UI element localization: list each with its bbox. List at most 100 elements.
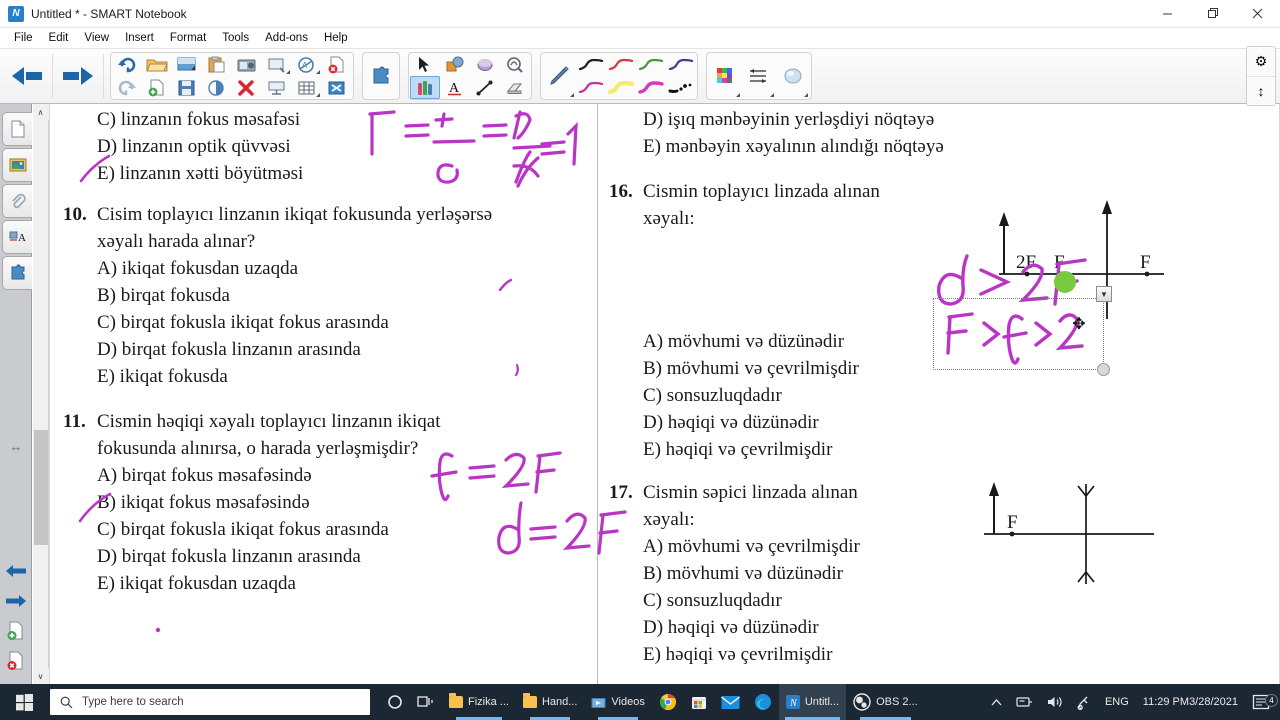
current-pen-button[interactable] bbox=[542, 53, 576, 99]
tray-icon-volume[interactable] bbox=[1040, 695, 1070, 709]
taskbar-item-hand[interactable]: Hand... bbox=[516, 684, 584, 720]
scrollbar-thumb[interactable] bbox=[33, 430, 48, 545]
menu-add-ons[interactable]: Add-ons bbox=[257, 30, 316, 46]
minimize-button[interactable] bbox=[1145, 0, 1190, 28]
taskbar-item-label: Videos bbox=[611, 696, 645, 708]
open-folder-button[interactable] bbox=[142, 53, 172, 76]
select-tool[interactable] bbox=[410, 53, 440, 76]
menu-edit[interactable]: Edit bbox=[41, 30, 77, 46]
screen-capture-button[interactable] bbox=[232, 53, 262, 76]
lines-tool[interactable] bbox=[470, 76, 500, 99]
scroll-down-button[interactable]: ∨ bbox=[32, 668, 49, 684]
next-page-arrow[interactable] bbox=[4, 589, 28, 613]
menu-format[interactable]: Format bbox=[162, 30, 214, 46]
redo-button[interactable] bbox=[112, 76, 142, 99]
pen-style-magenta-2[interactable] bbox=[636, 76, 666, 99]
taskbar-item-chrome[interactable] bbox=[652, 684, 684, 720]
taskbar-item-label: Fizika ... bbox=[468, 696, 509, 708]
pen-style-red[interactable] bbox=[606, 53, 636, 76]
move-toolbar-button[interactable]: ↕ bbox=[1247, 75, 1275, 106]
line-properties-button[interactable] bbox=[742, 53, 776, 99]
taskbar-item-obs[interactable]: OBS 2... bbox=[846, 684, 925, 720]
cortana-button[interactable] bbox=[380, 684, 410, 720]
menu-view[interactable]: View bbox=[76, 30, 117, 46]
menu-tools[interactable]: Tools bbox=[214, 30, 257, 46]
scrollbar-track[interactable] bbox=[33, 120, 49, 668]
table-button[interactable] bbox=[292, 76, 322, 99]
eraser-tool[interactable] bbox=[500, 76, 530, 99]
pen-style-green[interactable] bbox=[636, 53, 666, 76]
taskbar-item-fizika[interactable]: Fizika ... bbox=[442, 684, 516, 720]
fill-properties-button[interactable] bbox=[776, 53, 810, 99]
pen-style-highlighter-yellow[interactable] bbox=[606, 76, 636, 99]
cortana-circle-icon bbox=[388, 695, 402, 709]
selected-ink-object[interactable]: ▼ bbox=[933, 286, 1112, 376]
task-view-icon bbox=[417, 695, 433, 707]
close-button[interactable] bbox=[1235, 0, 1280, 28]
taskbar-item-label: Hand... bbox=[541, 696, 578, 708]
maximize-button[interactable] bbox=[1190, 0, 1235, 28]
add-ons-button[interactable] bbox=[364, 53, 398, 99]
page-sorter-tab[interactable] bbox=[2, 112, 32, 146]
measurement-tools-button[interactable]: A bbox=[292, 53, 322, 76]
search-input[interactable]: Type here to search bbox=[50, 689, 370, 715]
attachments-tab[interactable] bbox=[2, 184, 32, 218]
menu-insert[interactable]: Insert bbox=[117, 30, 162, 46]
language-indicator[interactable]: ENG bbox=[1098, 696, 1136, 708]
rotate-handle[interactable]: ▼ bbox=[1096, 286, 1112, 302]
taskbar-item-smart-notebook[interactable]: N Untitl... bbox=[778, 684, 847, 720]
pen-style-blue[interactable] bbox=[666, 53, 696, 76]
panel-resize-handle[interactable]: ↔ bbox=[4, 434, 28, 458]
shape-tools-button[interactable] bbox=[322, 76, 352, 99]
taskbar-item-mail[interactable] bbox=[714, 684, 747, 720]
screen-shade-button[interactable] bbox=[172, 53, 202, 76]
undo-button[interactable] bbox=[112, 53, 142, 76]
gallery-tab[interactable] bbox=[2, 148, 32, 182]
document-left-column: C) linzanın fokus məsafəsi D) linzanın o… bbox=[63, 104, 593, 601]
taskbar-item-videos[interactable]: Videos bbox=[584, 684, 651, 720]
previous-page-arrow[interactable] bbox=[4, 559, 28, 583]
tray-icon-bluetooth-or-pen[interactable] bbox=[1070, 695, 1098, 710]
clock[interactable]: 11:29 PM 3/28/2021 bbox=[1136, 696, 1245, 709]
taskbar-item-store[interactable] bbox=[684, 684, 714, 720]
magic-pen-tool[interactable] bbox=[500, 53, 530, 76]
pen-style-black[interactable] bbox=[576, 53, 606, 76]
insert-object-button[interactable] bbox=[262, 53, 292, 76]
canvas-vertical-scrollbar[interactable]: ∧ ∨ bbox=[32, 104, 49, 684]
settings-button[interactable]: ⚙ bbox=[1247, 47, 1275, 76]
next-page-button[interactable] bbox=[55, 53, 101, 99]
pens-tool[interactable] bbox=[410, 76, 440, 99]
addons-tab[interactable] bbox=[2, 256, 32, 290]
task-view-button[interactable] bbox=[410, 684, 442, 720]
pen-style-magenta[interactable] bbox=[576, 76, 606, 99]
full-screen-button[interactable] bbox=[262, 76, 292, 99]
text-tool[interactable]: A bbox=[440, 76, 470, 99]
delete-button[interactable] bbox=[232, 76, 262, 99]
color-palette-button[interactable] bbox=[708, 53, 742, 99]
start-button[interactable] bbox=[0, 684, 48, 720]
resize-handle[interactable] bbox=[1097, 363, 1110, 376]
shapes-tool[interactable] bbox=[440, 53, 470, 76]
notebook-canvas[interactable]: C) linzanın fokus məsafəsi D) linzanın o… bbox=[49, 104, 1280, 684]
paste-button[interactable] bbox=[202, 53, 232, 76]
tray-icon-network[interactable] bbox=[1009, 695, 1040, 709]
notifications-button[interactable]: 4 bbox=[1245, 694, 1280, 710]
notebook-page[interactable]: C) linzanın fokus məsafəsi D) linzanın o… bbox=[49, 104, 1280, 684]
scroll-up-button[interactable]: ∧ bbox=[32, 104, 49, 120]
delete-page-button[interactable] bbox=[322, 53, 352, 76]
shape-pen-tool[interactable] bbox=[470, 53, 500, 76]
menu-file[interactable]: File bbox=[6, 30, 41, 46]
menu-help[interactable]: Help bbox=[316, 30, 356, 46]
add-page-button[interactable] bbox=[142, 76, 172, 99]
pen-style-calligraphy[interactable] bbox=[666, 76, 696, 99]
show-hidden-icons-button[interactable] bbox=[984, 698, 1009, 707]
save-button[interactable] bbox=[172, 76, 202, 99]
taskbar-item-edge[interactable] bbox=[747, 684, 779, 720]
add-page-icon-button[interactable] bbox=[4, 619, 28, 643]
properties-tab[interactable]: A bbox=[2, 220, 32, 254]
previous-page-button[interactable] bbox=[4, 53, 50, 99]
transparency-button[interactable] bbox=[202, 76, 232, 99]
smart-notebook-icon: N bbox=[785, 695, 800, 709]
delete-page-icon-button[interactable] bbox=[4, 649, 28, 673]
system-tray: ENG 11:29 PM 3/28/2021 4 bbox=[984, 694, 1280, 710]
